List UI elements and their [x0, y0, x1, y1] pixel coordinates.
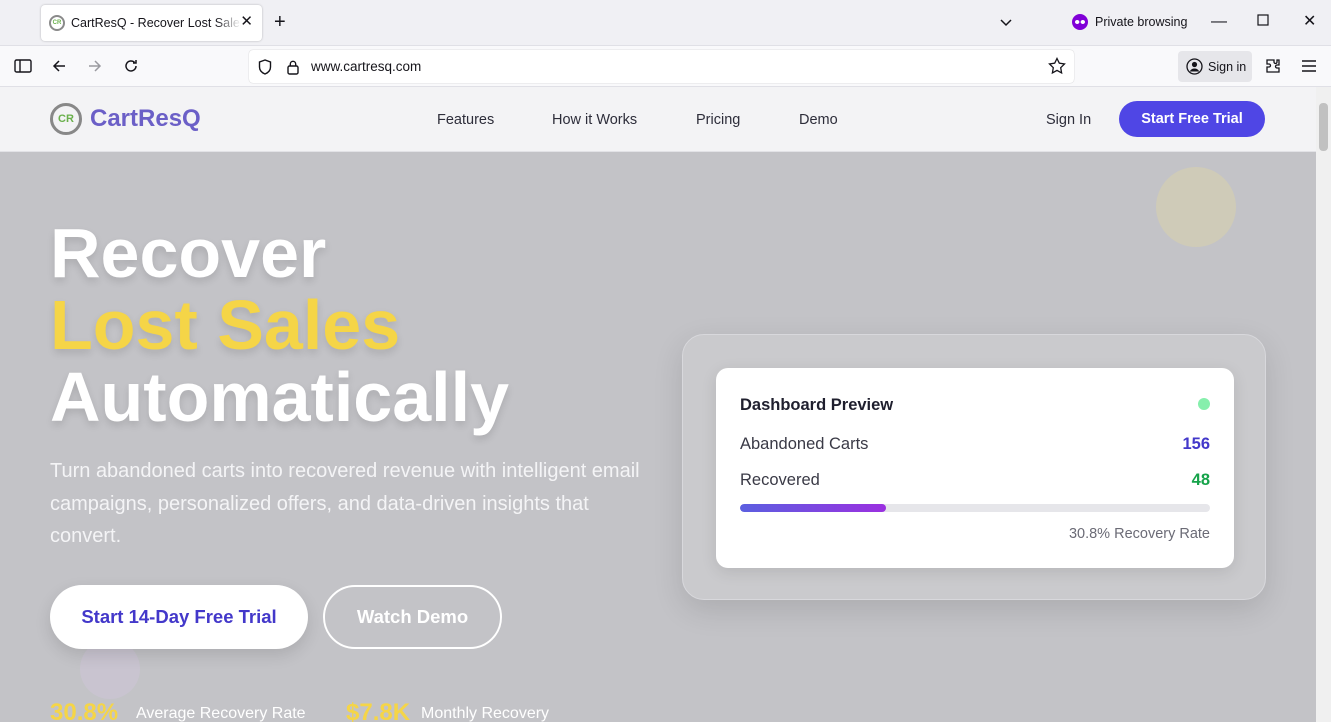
private-browsing-label: Private browsing [1095, 15, 1188, 29]
watch-demo-button[interactable]: Watch Demo [323, 585, 502, 649]
decorative-circle [1156, 167, 1236, 247]
nav-features[interactable]: Features [437, 112, 494, 128]
private-mask-icon [1072, 14, 1088, 30]
site-sign-in-link[interactable]: Sign In [1046, 112, 1091, 128]
hero-title-line-1: Recover [50, 214, 327, 292]
private-browsing-indicator: Private browsing [1072, 14, 1187, 30]
logo-mark-icon: CR [50, 103, 82, 135]
browser-tab-bar: CR CartResQ - Recover Lost Sales with In… [0, 0, 1331, 46]
maximize-icon[interactable] [1257, 12, 1269, 32]
new-tab-icon[interactable]: + [274, 12, 286, 32]
url-text[interactable]: www.cartresq.com [311, 59, 421, 74]
page-scrollbar[interactable] [1316, 87, 1331, 722]
site-favicon-icon: CR [49, 15, 65, 31]
tracking-shield-icon[interactable] [256, 58, 274, 76]
site-header: CR CartResQ Features How it Works Pricin… [0, 87, 1316, 152]
hero-subtitle: Turn abandoned carts into recovered reve… [50, 460, 640, 547]
forward-arrow-icon[interactable] [86, 57, 104, 75]
start-free-trial-button[interactable]: Start Free Trial [1119, 101, 1265, 137]
hero-title-line-3: Automatically [50, 358, 509, 436]
start-14-day-trial-button[interactable]: Start 14-Day Free Trial [50, 585, 308, 649]
stat-monthly-recovery-value: $7.8K [346, 699, 411, 722]
recovered-label: Recovered [740, 471, 820, 489]
recovery-rate-text: 30.8% Recovery Rate [1068, 526, 1210, 542]
browser-toolbar: www.cartresq.com Sign in [0, 46, 1331, 87]
sidebar-toggle-icon[interactable] [14, 57, 32, 75]
nav-pricing[interactable]: Pricing [696, 112, 740, 128]
recovery-progress-fill [740, 504, 886, 512]
close-tab-icon[interactable]: ✕ [240, 14, 253, 30]
extensions-icon[interactable] [1264, 57, 1282, 75]
nav-demo[interactable]: Demo [799, 112, 838, 128]
browser-tab[interactable]: CR CartResQ - Recover Lost Sales with In… [41, 5, 262, 41]
recovery-progress-bar [740, 504, 1210, 512]
status-dot-icon [1198, 398, 1210, 410]
tab-title: CartResQ - Recover Lost Sales with Intel… [71, 16, 241, 30]
dashboard-preview-frame: Dashboard Preview Abandoned Carts 156 Re… [682, 334, 1266, 600]
dashboard-preview-title: Dashboard Preview [740, 396, 894, 414]
account-icon [1186, 58, 1203, 75]
stat-monthly-recovery-label: Monthly Recovery [421, 705, 550, 722]
stat-recovery-rate-label: Average Recovery Rate [136, 705, 306, 722]
reload-icon[interactable] [122, 57, 140, 75]
web-page: CR CartResQ Features How it Works Pricin… [0, 87, 1316, 722]
abandoned-carts-value: 156 [1182, 435, 1210, 453]
dashboard-preview-card: Dashboard Preview Abandoned Carts 156 Re… [716, 368, 1234, 568]
account-sign-in-button[interactable]: Sign in [1178, 51, 1252, 82]
chevron-down-icon[interactable] [998, 14, 1014, 30]
bookmark-star-icon[interactable] [1048, 57, 1066, 75]
stat-recovery-rate-value: 30.8% [50, 699, 119, 722]
nav-how-it-works[interactable]: How it Works [552, 112, 637, 128]
abandoned-carts-label: Abandoned Carts [740, 435, 869, 453]
hero-title-line-2: Lost Sales [50, 286, 401, 364]
recovered-value: 48 [1191, 471, 1210, 489]
scrollbar-thumb[interactable] [1319, 103, 1328, 151]
address-bar[interactable]: www.cartresq.com [249, 50, 1074, 83]
lock-icon[interactable] [284, 58, 302, 76]
logo-text: CartResQ [90, 105, 201, 132]
site-logo[interactable]: CR CartResQ [50, 103, 201, 135]
minimize-icon[interactable]: — [1211, 12, 1227, 32]
account-sign-in-label: Sign in [1208, 59, 1247, 74]
app-menu-icon[interactable] [1300, 57, 1318, 75]
close-window-icon[interactable]: ✕ [1303, 12, 1316, 32]
back-arrow-icon[interactable] [50, 57, 68, 75]
